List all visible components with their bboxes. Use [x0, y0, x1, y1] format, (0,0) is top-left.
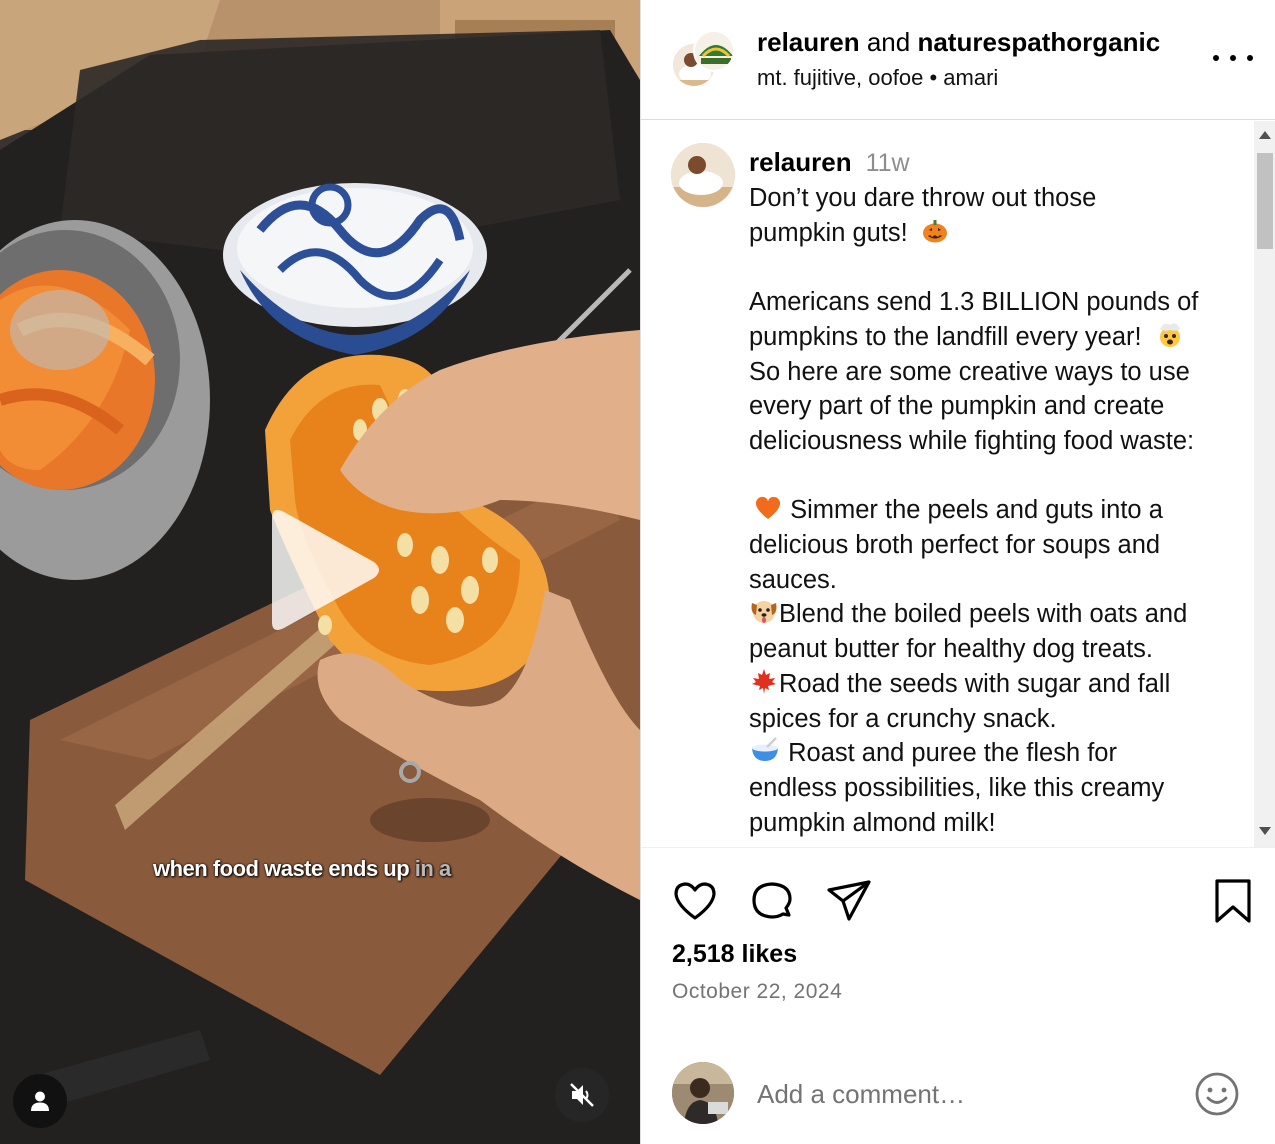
caption-line: Road the seeds with sugar and fall — [749, 667, 1239, 702]
likes-count[interactable]: 2,518 likes — [672, 940, 797, 969]
caption-line: Americans send 1.3 BILLION pounds of — [749, 288, 1199, 317]
more-dot-icon — [1247, 55, 1253, 61]
caption-author-avatar[interactable] — [671, 143, 735, 207]
dog-face-emoji-icon — [751, 601, 777, 624]
video-caption-main: when food waste ends up — [153, 856, 410, 881]
mute-button[interactable] — [555, 1068, 609, 1122]
caption-line: pumpkin guts! — [749, 216, 1239, 251]
post-date[interactable]: October 22, 2024 — [672, 980, 842, 1004]
jack-o-lantern-emoji-icon — [922, 219, 947, 243]
play-icon[interactable] — [250, 500, 390, 640]
caption-line — [749, 250, 1239, 285]
audio-link[interactable]: amari — [943, 65, 998, 90]
authors-joiner: and — [866, 27, 911, 57]
author-link-relauren[interactable]: relauren — [757, 27, 860, 57]
caption-line: pumpkins to the landfill every year! — [749, 320, 1239, 355]
scroll-down-arrow-icon[interactable] — [1259, 827, 1271, 835]
post-actions: 2,518 likes October 22, 2024 — [641, 849, 1275, 1029]
heart-icon[interactable] — [671, 877, 719, 925]
orange-heart-emoji-icon — [755, 497, 781, 520]
post-header: relauren and naturespathorganic mt. fuji… — [641, 0, 1275, 120]
caption-line: delicious broth perfect for soups and — [749, 531, 1161, 560]
share-icon[interactable] — [825, 877, 873, 925]
more-dot-icon — [1230, 55, 1236, 61]
caption-line: spices for a crunchy snack. — [749, 704, 1057, 733]
caption-line: Simmer the peels and guts into a — [749, 493, 1239, 528]
post-authors: relauren and naturespathorganic — [757, 27, 1160, 58]
caption-timestamp[interactable]: 11w — [866, 149, 910, 177]
caption-line: Roast and puree the flesh for — [749, 736, 1239, 771]
add-comment-input[interactable] — [757, 1074, 1177, 1114]
video-player[interactable]: when food waste ends up in a — [0, 0, 640, 1144]
caption-line: deliciousness while fighting food waste: — [749, 426, 1195, 455]
speaker-muted-icon — [570, 1083, 594, 1107]
naturespath-logo — [695, 32, 733, 70]
avatar-photo — [671, 143, 735, 207]
caption-line: Blend the boiled peels with oats and — [749, 597, 1239, 632]
avatar-naturespathorganic[interactable] — [693, 30, 735, 72]
avatar-photo — [672, 1062, 734, 1124]
bowl-with-spoon-emoji-icon — [752, 737, 778, 762]
scroll-up-arrow-icon[interactable] — [1259, 131, 1271, 139]
caption-line: pumpkin almond milk! — [749, 808, 996, 837]
smiley-emoji-icon[interactable] — [1194, 1071, 1240, 1117]
more-dot-icon — [1213, 55, 1219, 61]
post-panel: relauren and naturespathorganic mt. fuji… — [640, 0, 1275, 1144]
comment-icon[interactable] — [748, 877, 796, 925]
video-caption: when food waste ends up in a — [153, 856, 451, 882]
caption-line: peanut butter for healthy dog treats. — [749, 635, 1154, 664]
comments-scrollbar[interactable] — [1254, 121, 1275, 847]
caption-line: every part of the pumpkin and create — [749, 392, 1165, 421]
caption-line: sauces. — [749, 565, 837, 594]
caption-header: relauren 11w — [749, 147, 910, 178]
subtitle-separator: • — [929, 65, 938, 90]
maple-leaf-emoji-icon — [752, 668, 776, 694]
post-subtitle: mt. fujitive, oofoe • amari — [757, 65, 998, 91]
caption-line — [749, 459, 1239, 494]
caption-username[interactable]: relauren — [749, 147, 852, 177]
scroll-thumb[interactable] — [1257, 153, 1273, 249]
exploding-head-emoji-icon — [1159, 323, 1180, 347]
more-options-button[interactable] — [1213, 46, 1253, 70]
video-caption-dim: in a — [409, 856, 451, 881]
user-icon — [31, 1091, 49, 1111]
current-user-avatar — [672, 1062, 734, 1124]
comments-section[interactable]: relauren 11w Don’t you dare throw out tho… — [641, 121, 1275, 848]
caption-line: Don’t you dare throw out those — [749, 184, 1097, 212]
caption-line: So here are some creative ways to use — [749, 357, 1190, 386]
caption-text: Don’t you dare throw out those pumpkin g… — [749, 181, 1239, 840]
caption-line: endless possibilities, like this creamy — [749, 773, 1165, 802]
bookmark-icon[interactable] — [1209, 877, 1257, 925]
author-link-naturespathorganic[interactable]: naturespathorganic — [917, 27, 1160, 57]
add-comment-bar — [641, 1030, 1275, 1144]
tagged-users-button[interactable] — [13, 1074, 67, 1128]
location-link[interactable]: mt. fujitive, oofoe — [757, 65, 923, 90]
